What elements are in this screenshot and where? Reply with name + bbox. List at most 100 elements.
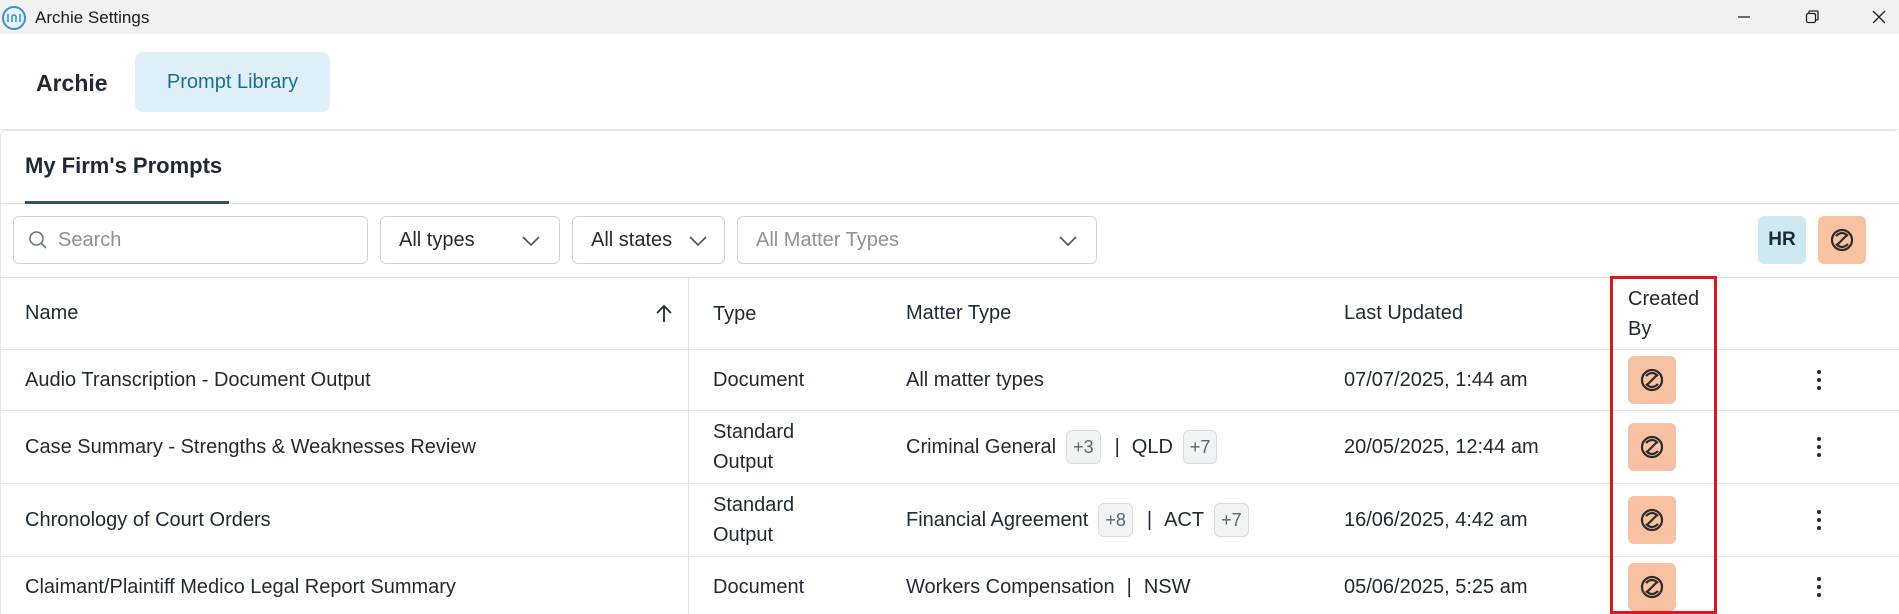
prompt-type-line1: Standard — [713, 421, 795, 443]
created-by-cell — [1628, 411, 1708, 483]
window-titlebar: Archie Settings — [0, 0, 1899, 34]
matter-type-select[interactable]: All Matter Types — [737, 216, 1097, 264]
matter-type-primary: Financial Agreement — [906, 508, 1089, 531]
state-select[interactable]: All states — [572, 216, 725, 264]
sort-ascending-icon[interactable] — [653, 303, 675, 325]
maximize-icon[interactable] — [1784, 0, 1840, 34]
filter-bar: All types All states All Matter Types HR — [1, 204, 1899, 278]
prompt-type: Document — [713, 576, 805, 598]
creator-logo-icon — [1640, 368, 1664, 392]
column-divider — [688, 484, 689, 556]
more-vertical-icon — [1817, 577, 1821, 597]
table-row[interactable]: Audio Transcription - Document Output Do… — [1, 350, 1899, 411]
creator-avatar[interactable] — [1628, 496, 1676, 544]
content-panel: My Firm's Prompts All types All states A… — [0, 130, 1899, 614]
prompt-type: Standard Output — [713, 411, 883, 483]
matter-type-select-placeholder: All Matter Types — [756, 228, 900, 251]
user-avatar-hr[interactable]: HR — [1758, 216, 1806, 264]
minimize-icon[interactable] — [1716, 0, 1772, 34]
more-vertical-icon — [1817, 437, 1821, 457]
table-row[interactable]: Case Summary - Strengths & Weaknesses Re… — [1, 411, 1899, 484]
search-box[interactable] — [13, 216, 368, 264]
column-divider — [688, 350, 689, 410]
prompt-name[interactable]: Case Summary - Strengths & Weaknesses Re… — [25, 411, 665, 483]
prompt-last-updated: 16/06/2025, 4:42 am — [1344, 508, 1528, 531]
separator: | — [1114, 435, 1120, 458]
prompt-type-line2: Output — [713, 451, 774, 473]
creator-avatar-filter[interactable] — [1818, 216, 1866, 264]
prompt-last-updated: 05/06/2025, 5:25 am — [1344, 575, 1528, 598]
table-row[interactable]: Chronology of Court Orders Standard Outp… — [1, 484, 1899, 557]
prompt-type-line2: Output — [713, 524, 774, 546]
search-input[interactable] — [58, 228, 338, 252]
more-vertical-icon — [1817, 510, 1821, 530]
column-header-last-updated[interactable]: Last Updated — [1344, 278, 1604, 349]
search-icon — [29, 231, 47, 249]
matter-type-primary: Criminal General — [906, 435, 1057, 458]
row-menu-button[interactable] — [1801, 484, 1837, 556]
prompt-name[interactable]: Chronology of Court Orders — [25, 484, 665, 556]
type-select[interactable]: All types — [380, 216, 560, 264]
created-by-line2: By — [1628, 317, 1652, 340]
state-select-value: All states — [591, 228, 673, 251]
created-by-line1: Created — [1628, 287, 1700, 310]
column-header-type[interactable]: Type — [713, 278, 883, 349]
row-menu-button[interactable] — [1801, 350, 1837, 410]
prompt-type-line1: Standard — [713, 494, 795, 516]
tab-prompt-library[interactable]: Prompt Library — [135, 52, 330, 112]
table-header: Name Type Matter Type Last Updated Creat… — [1, 278, 1899, 350]
prompt-name[interactable]: Claimant/Plaintiff Medico Legal Report S… — [25, 557, 665, 614]
type-select-value: All types — [399, 228, 475, 251]
prompts-table: Name Type Matter Type Last Updated Creat… — [1, 278, 1899, 614]
more-vertical-icon — [1817, 370, 1821, 390]
separator: | — [1146, 508, 1153, 531]
prompt-matter-type: Workers Compensation | NSW — [906, 557, 1326, 614]
prompt-type: Document — [713, 369, 805, 391]
created-by-cell — [1628, 350, 1708, 410]
column-divider — [688, 411, 689, 483]
tab-my-firms-prompts[interactable]: My Firm's Prompts — [25, 153, 222, 179]
creator-logo-icon — [1640, 508, 1664, 532]
chevron-down-icon — [689, 236, 707, 247]
prompt-matter-type: Criminal General +3 | QLD +7 — [906, 411, 1326, 483]
close-icon[interactable] — [1851, 0, 1899, 34]
column-header-name[interactable]: Name — [25, 278, 665, 349]
column-header-matter-type[interactable]: Matter Type — [906, 278, 1326, 349]
created-by-cell — [1628, 557, 1708, 614]
prompt-last-updated: 07/07/2025, 1:44 am — [1344, 368, 1528, 391]
creator-logo-icon — [1640, 575, 1664, 599]
prompt-type: Standard Output — [713, 484, 883, 556]
row-menu-button[interactable] — [1801, 557, 1837, 614]
column-header-created-by[interactable]: Created By — [1628, 278, 1708, 349]
state-primary: ACT — [1164, 508, 1205, 531]
column-divider — [688, 278, 689, 349]
chevron-down-icon — [522, 236, 540, 247]
column-divider — [688, 557, 689, 614]
archie-app-icon — [2, 6, 26, 30]
state-primary: NSW — [1143, 575, 1191, 598]
window-title: Archie Settings — [35, 8, 150, 27]
state-primary: QLD — [1131, 435, 1173, 458]
chevron-down-icon — [1059, 236, 1077, 247]
creator-logo-icon — [1640, 435, 1664, 459]
prompt-matter-type: All matter types — [906, 368, 1044, 391]
prompt-matter-type: Financial Agreement +8 | ACT +7 — [906, 484, 1326, 556]
matter-more-badge[interactable]: +3 — [1066, 430, 1101, 464]
created-by-cell — [1628, 484, 1708, 556]
row-menu-button[interactable] — [1801, 411, 1837, 483]
state-more-badge[interactable]: +7 — [1214, 503, 1249, 537]
matter-more-badge[interactable]: +8 — [1098, 503, 1133, 537]
brand-name: Archie — [36, 70, 108, 96]
prompt-last-updated: 20/05/2025, 12:44 am — [1344, 435, 1539, 458]
matter-type-primary: Workers Compensation — [906, 575, 1115, 598]
prompt-name[interactable]: Audio Transcription - Document Output — [25, 350, 665, 410]
table-row[interactable]: Claimant/Plaintiff Medico Legal Report S… — [1, 557, 1899, 614]
separator: | — [1126, 575, 1132, 598]
creator-avatar[interactable] — [1628, 423, 1676, 471]
state-more-badge[interactable]: +7 — [1182, 430, 1218, 464]
creator-avatar[interactable] — [1628, 356, 1676, 404]
creator-logo-icon — [1830, 228, 1854, 252]
creator-avatar[interactable] — [1628, 563, 1676, 611]
top-nav: Archie Prompt Library — [0, 34, 1899, 130]
subtab-bar: My Firm's Prompts — [1, 131, 1899, 204]
